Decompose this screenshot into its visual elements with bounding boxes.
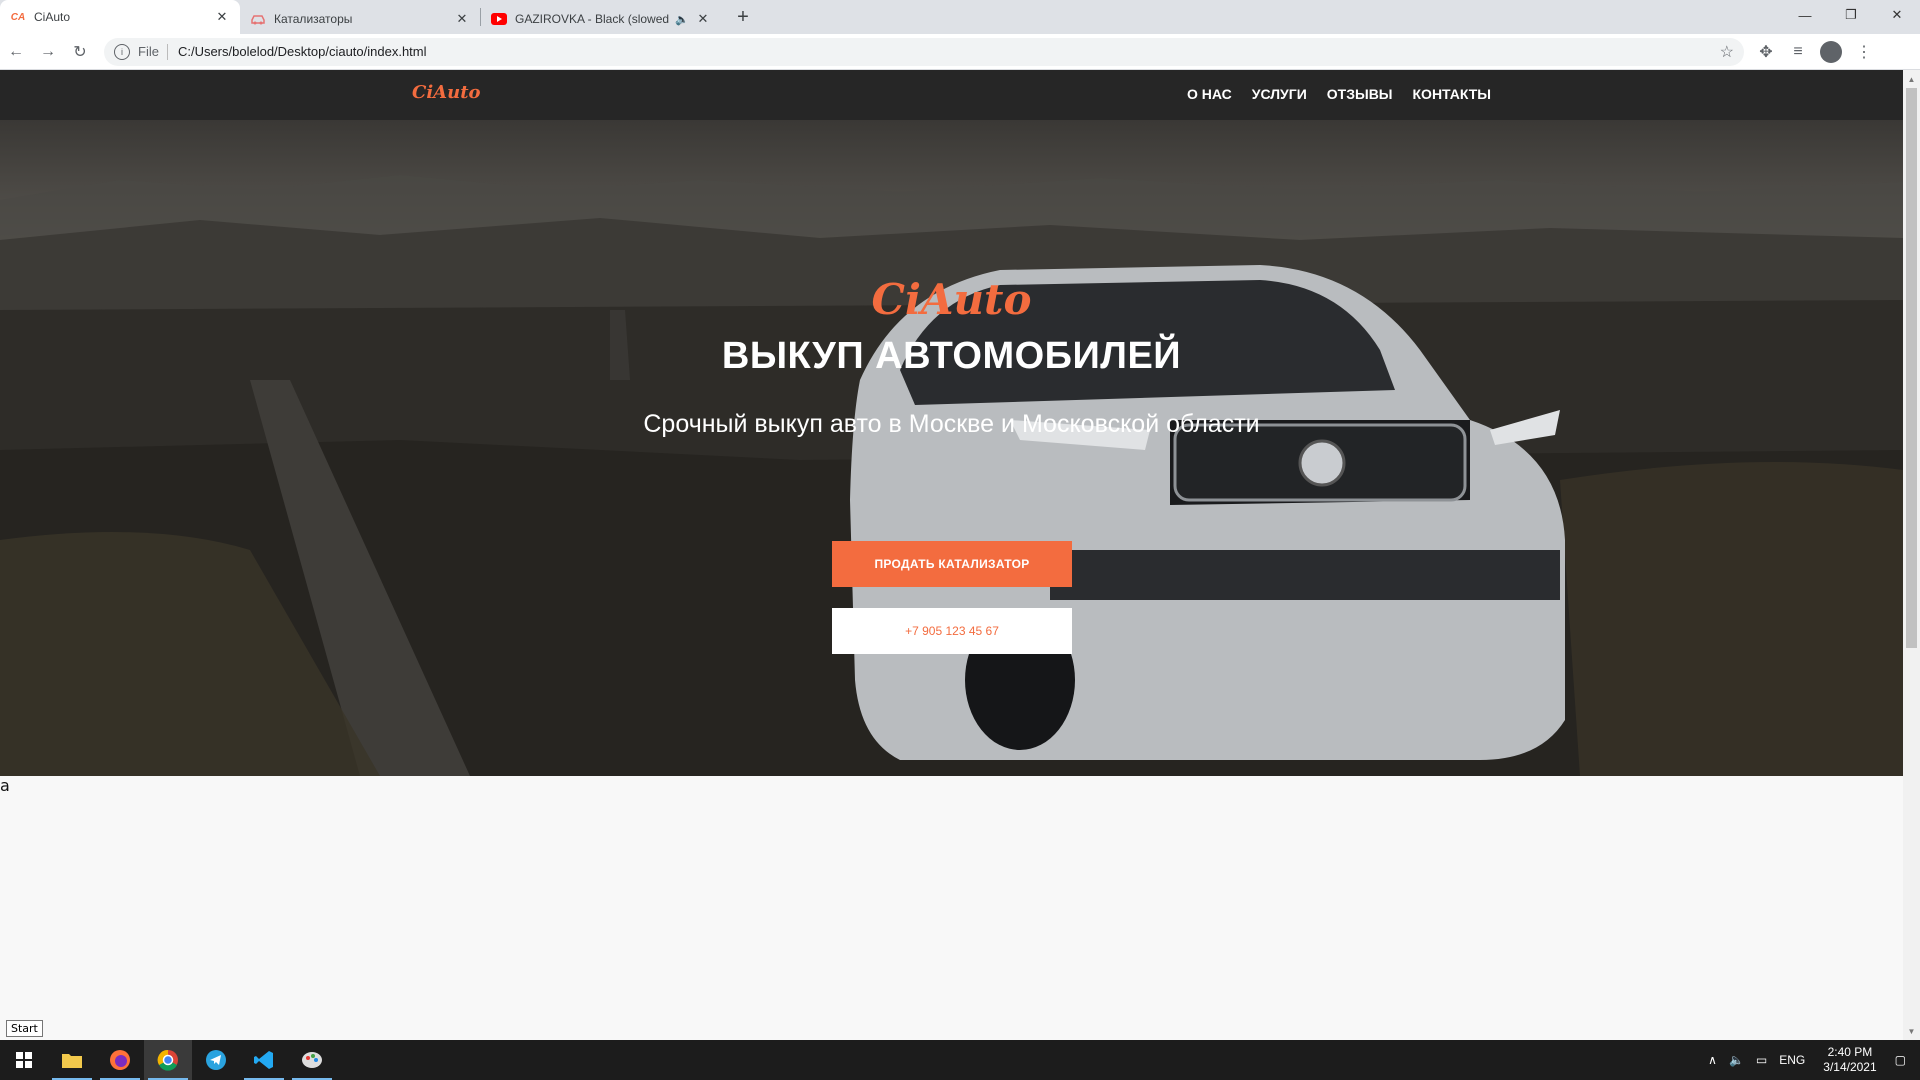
chrome-icon[interactable] bbox=[144, 1040, 192, 1080]
extensions-icon[interactable]: ✥ bbox=[1750, 36, 1782, 68]
hero-subtitle: Срочный выкуп авто в Москве и Московской… bbox=[643, 410, 1260, 438]
scroll-up-icon[interactable]: ▲ bbox=[1903, 72, 1920, 86]
firefox-icon[interactable] bbox=[96, 1040, 144, 1080]
close-tab-icon[interactable]: ✕ bbox=[454, 11, 470, 27]
network-icon[interactable]: ▭ bbox=[1756, 1053, 1767, 1067]
windows-start-icon[interactable] bbox=[0, 1040, 48, 1080]
clock[interactable]: 2:40 PM 3/14/2021 bbox=[1823, 1045, 1876, 1075]
file-explorer-icon[interactable] bbox=[48, 1040, 96, 1080]
address-bar[interactable]: i File C:/Users/bolelod/Desktop/ciauto/i… bbox=[104, 37, 1744, 66]
hero-overlay: CiAuto ВЫКУП АВТОМОБИЛЕЙ Срочный выкуп а… bbox=[0, 120, 1903, 776]
media-controls-icon[interactable]: ≡ bbox=[1782, 36, 1814, 68]
nav-link-about[interactable]: О НАС bbox=[1187, 86, 1232, 102]
site-logo[interactable]: CiAuto bbox=[412, 82, 481, 103]
system-tray: ∧ 🔈 ▭ ENG 2:40 PM 3/14/2021 ▢ bbox=[1702, 1040, 1920, 1080]
stray-text: a bbox=[0, 776, 10, 795]
browser-toolbar: ← → ↻ i File C:/Users/bolelod/Desktop/ci… bbox=[0, 34, 1920, 70]
phone-button[interactable]: +7 905 123 45 67 bbox=[832, 608, 1072, 654]
tab-title: CiAuto bbox=[34, 10, 71, 24]
url-scheme: File bbox=[138, 44, 159, 59]
tab-youtube[interactable]: GAZIROVKA - Black (slowed 🔈 ✕ bbox=[481, 4, 721, 34]
close-tab-icon[interactable]: ✕ bbox=[214, 9, 230, 25]
site-navbar: CiAuto О НАС УСЛУГИ ОТЗЫВЫ КОНТАКТЫ bbox=[0, 70, 1903, 120]
notifications-icon[interactable]: ▢ bbox=[1895, 1053, 1906, 1067]
tab-ciauto[interactable]: CA CiAuto ✕ bbox=[0, 0, 240, 34]
telegram-icon[interactable] bbox=[192, 1040, 240, 1080]
window-controls: — ❐ ✕ bbox=[1782, 0, 1920, 30]
page-viewport: CiAuto О НАС УСЛУГИ ОТЗЫВЫ КОНТАКТЫ CiAu… bbox=[0, 70, 1903, 1040]
clock-time: 2:40 PM bbox=[1827, 1045, 1873, 1059]
site-menu: О НАС УСЛУГИ ОТЗЫВЫ КОНТАКТЫ bbox=[1187, 86, 1491, 102]
tab-title: GAZIROVKA - Black (slowed bbox=[515, 12, 670, 26]
youtube-icon bbox=[491, 11, 507, 27]
tab-title: Катализаторы bbox=[274, 12, 353, 26]
close-tab-icon[interactable]: ✕ bbox=[695, 11, 711, 27]
info-icon[interactable]: i bbox=[114, 43, 130, 60]
profile-avatar-icon[interactable] bbox=[1820, 40, 1842, 63]
audio-playing-icon[interactable]: 🔈 bbox=[675, 13, 689, 26]
start-tooltip: Start bbox=[6, 1020, 43, 1037]
nav-link-services[interactable]: УСЛУГИ bbox=[1252, 86, 1307, 102]
tab-catalysts[interactable]: Катализаторы ✕ bbox=[240, 4, 480, 34]
chevron-up-icon[interactable]: ∧ bbox=[1708, 1053, 1717, 1067]
language-indicator[interactable]: ENG bbox=[1779, 1053, 1805, 1067]
hero-section: CiAuto ВЫКУП АВТОМОБИЛЕЙ Срочный выкуп а… bbox=[0, 120, 1903, 776]
ciauto-favicon-icon: CA bbox=[10, 11, 26, 23]
tab-strip: CA CiAuto ✕ Катализаторы ✕ GAZIROVKA - B… bbox=[0, 0, 1920, 34]
vscode-icon[interactable] bbox=[240, 1040, 288, 1080]
hero-brand-logo: CiAuto bbox=[871, 275, 1032, 324]
bookmark-star-icon[interactable]: ☆ bbox=[1720, 42, 1734, 62]
volume-icon[interactable]: 🔈 bbox=[1729, 1053, 1744, 1067]
menu-kebab-icon[interactable]: ⋮ bbox=[1848, 36, 1880, 68]
reload-icon[interactable]: ↻ bbox=[64, 36, 96, 68]
minimize-icon[interactable]: — bbox=[1782, 0, 1828, 30]
clock-date: 3/14/2021 bbox=[1823, 1060, 1877, 1074]
taskbar: ∧ 🔈 ▭ ENG 2:40 PM 3/14/2021 ▢ bbox=[0, 1040, 1920, 1080]
sell-catalyst-button[interactable]: ПРОДАТЬ КАТАЛИЗАТОР bbox=[832, 541, 1072, 587]
restore-icon[interactable]: ❐ bbox=[1828, 0, 1874, 30]
nav-link-contacts[interactable]: КОНТАКТЫ bbox=[1413, 86, 1491, 102]
new-tab-button[interactable]: + bbox=[729, 3, 757, 31]
hero-title: ВЫКУП АВТОМОБИЛЕЙ bbox=[721, 335, 1182, 377]
paint-icon[interactable] bbox=[288, 1040, 336, 1080]
url-text[interactable]: C:/Users/bolelod/Desktop/ciauto/index.ht… bbox=[178, 44, 1720, 59]
car-icon bbox=[250, 11, 266, 27]
scrollbar-thumb[interactable] bbox=[1906, 88, 1917, 648]
back-icon[interactable]: ← bbox=[0, 36, 32, 68]
page-scrollbar[interactable]: ▲ ▼ bbox=[1903, 70, 1920, 1040]
nav-link-reviews[interactable]: ОТЗЫВЫ bbox=[1327, 86, 1393, 102]
close-window-icon[interactable]: ✕ bbox=[1874, 0, 1920, 30]
scroll-down-icon[interactable]: ▼ bbox=[1903, 1024, 1920, 1038]
omnibox-divider bbox=[166, 43, 168, 60]
forward-icon[interactable]: → bbox=[32, 36, 64, 68]
